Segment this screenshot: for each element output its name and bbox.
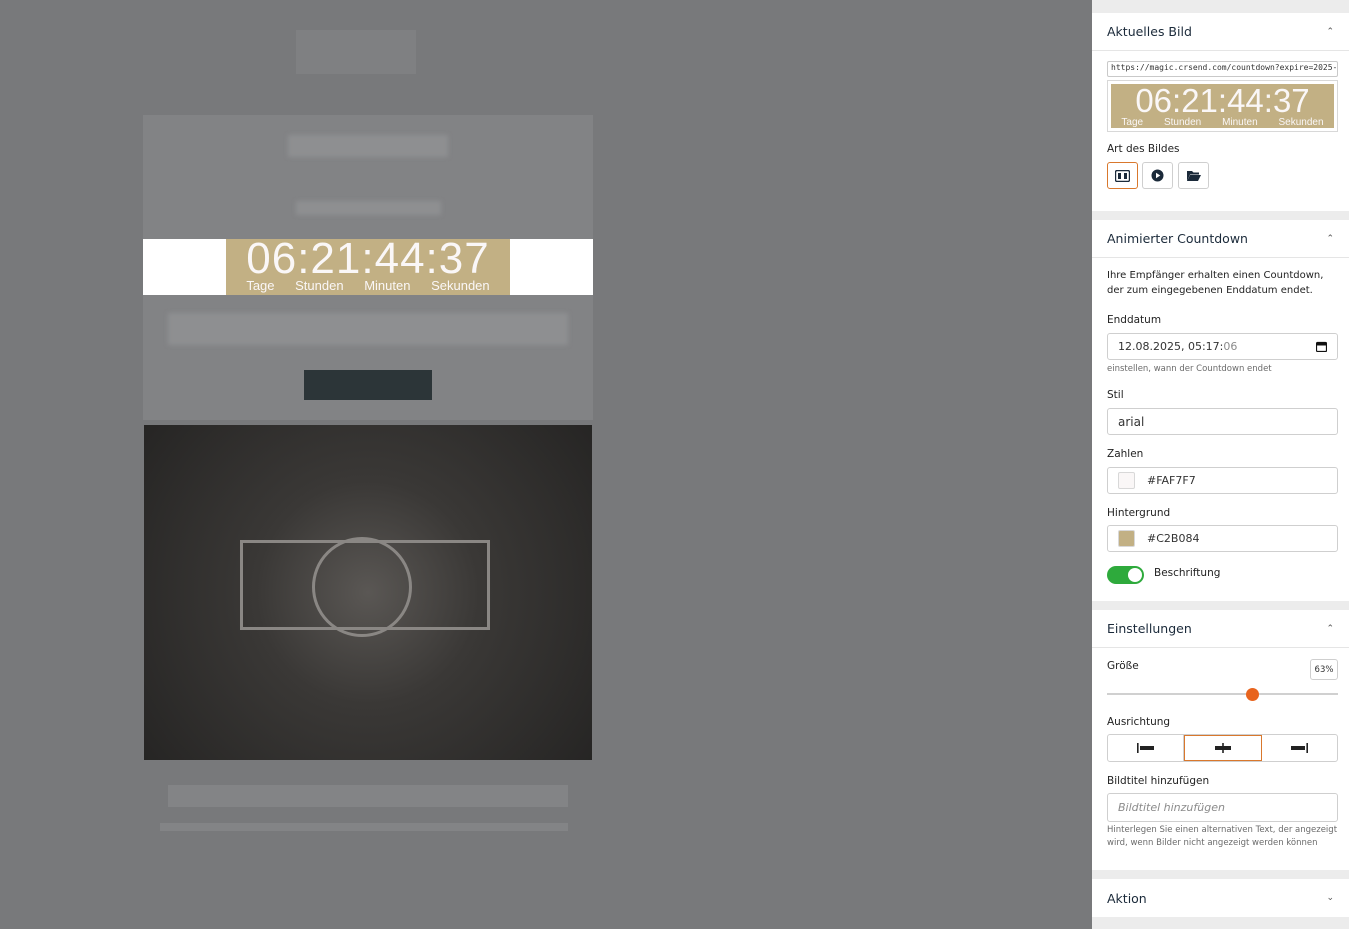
type-file-button[interactable] bbox=[1178, 162, 1209, 189]
email-logo-placeholder bbox=[296, 30, 416, 74]
section-header-animated-countdown[interactable]: Animierter Countdown ⌃ bbox=[1092, 220, 1349, 258]
section-header-action[interactable]: Aktion ⌄ bbox=[1092, 879, 1349, 917]
calendar-icon[interactable] bbox=[1316, 341, 1327, 352]
countdown-digits: 06:21:44:37 bbox=[246, 234, 490, 283]
align-center-icon bbox=[1214, 743, 1231, 753]
properties-panel: Aktuelles Bild ⌃ https://magic.crsend.co… bbox=[1092, 0, 1349, 929]
section-current-image: Aktuelles Bild ⌃ https://magic.crsend.co… bbox=[1092, 13, 1349, 211]
thumbnail-label-minutes: Minuten bbox=[1222, 117, 1258, 128]
countdown-description: Ihre Empfänger erhalten einen Countdown,… bbox=[1107, 270, 1324, 296]
align-left-icon bbox=[1136, 743, 1154, 753]
align-center-button[interactable] bbox=[1184, 735, 1262, 761]
background-color-value: #C2B084 bbox=[1147, 532, 1200, 545]
countdown-label-seconds: Sekunden bbox=[431, 278, 490, 293]
blurred-subheading bbox=[296, 201, 441, 215]
section-title: Animierter Countdown bbox=[1107, 231, 1248, 246]
chevron-up-icon[interactable]: ⌃ bbox=[1326, 624, 1334, 634]
section-header-current-image[interactable]: Aktuelles Bild ⌃ bbox=[1092, 13, 1349, 51]
end-date-input[interactable]: 12.08.2025, 05:17:06 bbox=[1107, 333, 1338, 360]
end-date-value: 12.08.2025, 05:17:06 bbox=[1118, 340, 1238, 353]
alignment-button-group bbox=[1107, 734, 1338, 762]
numbers-color-value: #FAF7F7 bbox=[1147, 474, 1196, 487]
thumbnail-labels: Tage Stunden Minuten Sekunden bbox=[1111, 117, 1334, 128]
countdown-label-hours: Stunden bbox=[295, 278, 344, 293]
align-right-icon bbox=[1291, 743, 1309, 753]
folder-open-icon bbox=[1186, 170, 1201, 181]
caption-label: Beschriftung bbox=[1154, 567, 1221, 579]
blurred-cta-button[interactable] bbox=[304, 370, 432, 400]
chevron-down-icon[interactable]: ⌄ bbox=[1326, 893, 1334, 903]
image-thumbnail: 06:21:44:37 Tage Stunden Minuten Sekunde… bbox=[1107, 80, 1338, 132]
size-slider-track[interactable] bbox=[1107, 693, 1338, 695]
image-title-input[interactable]: Bildtitel hinzufügen bbox=[1107, 793, 1338, 822]
social-icons-row bbox=[168, 785, 568, 807]
alignment-label: Ausrichtung bbox=[1107, 716, 1171, 728]
section-title: Aktion bbox=[1107, 890, 1147, 906]
countdown-image[interactable]: 06:21:44:37 Tage Stunden Minuten Sekunde… bbox=[226, 234, 510, 295]
section-animated-countdown: Animierter Countdown ⌃ Ihre Empfänger er… bbox=[1092, 220, 1349, 601]
editor-canvas: 06:21:44:37 Tage Stunden Minuten Sekunde… bbox=[0, 0, 1092, 929]
section-title: Einstellungen bbox=[1107, 621, 1192, 636]
countdown-labels: Tage Stunden Minuten Sekunden bbox=[226, 278, 510, 293]
image-type-label: Art des Bildes bbox=[1107, 143, 1180, 155]
section-action: Aktion ⌄ bbox=[1092, 879, 1349, 917]
hero-image[interactable] bbox=[144, 425, 592, 760]
numbers-color-swatch[interactable] bbox=[1118, 472, 1135, 489]
size-percent-field[interactable]: 63% bbox=[1310, 659, 1338, 680]
thumbnail-digits: 06:21:44:37 bbox=[1135, 82, 1310, 119]
countdown-image-row[interactable]: 06:21:44:37 Tage Stunden Minuten Sekunde… bbox=[143, 234, 593, 295]
image-url-field[interactable]: https://magic.crsend.com/countdown?expir… bbox=[1107, 61, 1338, 77]
image-title-label: Bildtitel hinzufügen bbox=[1107, 775, 1210, 787]
image-title-placeholder: Bildtitel hinzufügen bbox=[1118, 801, 1225, 814]
blurred-paragraph bbox=[168, 313, 568, 345]
chevron-up-icon[interactable]: ⌃ bbox=[1326, 234, 1334, 244]
thumbnail-label-days: Tage bbox=[1121, 117, 1144, 128]
size-slider-thumb[interactable] bbox=[1246, 688, 1260, 701]
align-left-button[interactable] bbox=[1108, 735, 1185, 761]
end-date-hint: einstellen, wann der Countdown endet bbox=[1107, 364, 1272, 374]
type-animated-button[interactable] bbox=[1142, 162, 1173, 189]
numbers-color-input[interactable]: #FAF7F7 bbox=[1107, 467, 1338, 494]
caption-toggle[interactable] bbox=[1107, 566, 1144, 584]
end-date-label: Enddatum bbox=[1107, 314, 1162, 326]
play-icon bbox=[1151, 169, 1164, 182]
size-label: Größe bbox=[1107, 660, 1139, 672]
section-header-settings[interactable]: Einstellungen ⌃ bbox=[1092, 610, 1349, 648]
type-countdown-button[interactable] bbox=[1107, 162, 1138, 189]
background-color-swatch[interactable] bbox=[1118, 530, 1135, 547]
image-title-hint: Hinterlegen Sie einen alternativen Text,… bbox=[1107, 825, 1338, 848]
thumbnail-label-hours: Stunden bbox=[1163, 117, 1202, 128]
chevron-up-icon[interactable]: ⌃ bbox=[1326, 27, 1334, 37]
style-label: Stil bbox=[1107, 389, 1124, 401]
countdown-label-days: Tage bbox=[246, 278, 275, 293]
thumbnail-label-seconds: Sekunden bbox=[1278, 117, 1324, 128]
toggle-knob bbox=[1128, 568, 1142, 582]
background-color-input[interactable]: #C2B084 bbox=[1107, 525, 1338, 552]
section-settings: Einstellungen ⌃ Größe 63% Ausrichtung Bi… bbox=[1092, 610, 1349, 870]
blurred-heading bbox=[288, 135, 448, 157]
hero-circle-shape bbox=[312, 537, 412, 637]
countdown-icon bbox=[1115, 169, 1130, 182]
style-input[interactable]: arial bbox=[1107, 408, 1338, 435]
footer-text bbox=[160, 823, 568, 831]
section-title: Aktuelles Bild bbox=[1107, 24, 1192, 39]
numbers-color-label: Zahlen bbox=[1107, 448, 1144, 460]
background-color-label: Hintergrund bbox=[1107, 507, 1171, 519]
align-right-button[interactable] bbox=[1262, 735, 1337, 761]
countdown-label-minutes: Minuten bbox=[364, 278, 411, 293]
